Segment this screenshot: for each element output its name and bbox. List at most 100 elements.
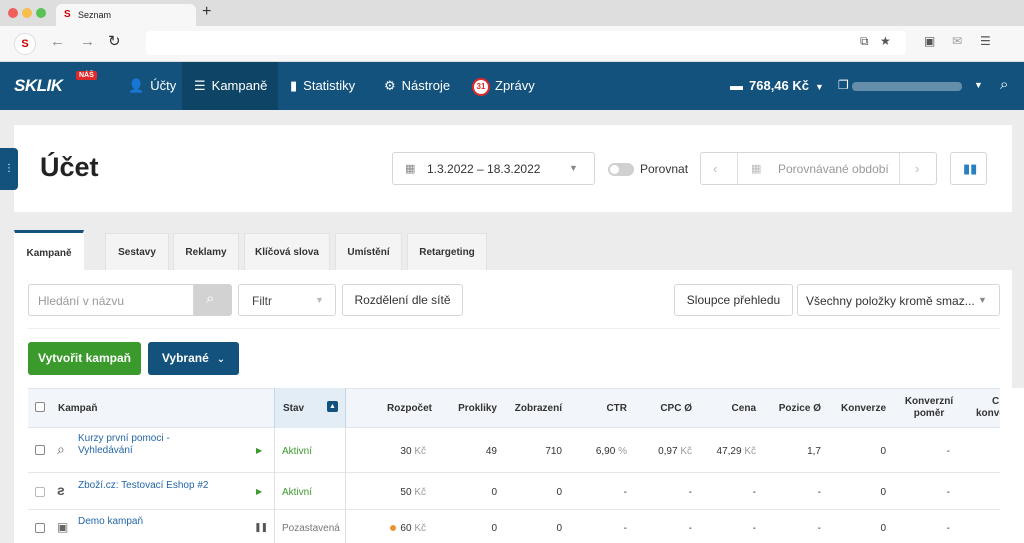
column-header-clicks[interactable]: Prokliky <box>445 403 497 414</box>
minimize-window-icon[interactable] <box>22 8 32 18</box>
column-header-cpc[interactable]: CPC Ø <box>640 403 692 414</box>
row-checkbox[interactable] <box>35 445 45 455</box>
logo-badge: NÁŠ <box>76 71 97 80</box>
reload-icon[interactable]: ↻ <box>108 34 121 49</box>
zbozi-campaign-icon: ƨ <box>57 482 65 498</box>
campaign-name-link[interactable]: Kurzy první pomoci - Vyhledávání <box>78 433 170 457</box>
currency: Kč <box>744 446 756 457</box>
tab-umisteni[interactable]: Umístění <box>335 233 402 270</box>
campaign-name-link[interactable]: Zboží.cz: Testovací Eshop #2 <box>78 480 208 491</box>
account-chevron-down-icon[interactable]: ▼ <box>974 80 983 90</box>
maximize-window-icon[interactable] <box>36 8 46 18</box>
items-filter-select[interactable]: Všechny položky kromě smaz... ▼ <box>797 284 1000 316</box>
budget-amount: 30 <box>400 446 412 457</box>
copy-icon[interactable]: ❐ <box>838 78 849 92</box>
browser-navbar: S ← → ↻ ⧉ ★ ▣ ✉ ☰ <box>0 26 1024 62</box>
stats-chart-button[interactable]: ▮▮ <box>950 152 987 185</box>
budget-amount: 60 <box>400 523 412 534</box>
browser-menu-icon[interactable]: ☰ <box>980 35 991 47</box>
sidebar-toggle-icon[interactable]: ▣ <box>924 35 935 47</box>
search-button[interactable]: ⌕ <box>194 284 232 316</box>
currency: Kč <box>414 446 426 457</box>
row-checkbox[interactable] <box>35 487 45 497</box>
cpc-value: - <box>688 523 692 534</box>
column-header-ctr[interactable]: CTR <box>580 403 627 414</box>
position-value: - <box>817 487 821 498</box>
budget-value[interactable]: 60 Kč <box>372 523 426 534</box>
budget-value[interactable]: 50 Kč <box>372 487 426 498</box>
column-header-conversions[interactable]: Konverze <box>830 403 886 414</box>
column-header-campaign[interactable]: Kampaň <box>58 403 97 414</box>
conversion-ratio-value: - <box>946 523 950 534</box>
browser-tab[interactable]: S Seznam <box>56 4 196 26</box>
clicks-value: 0 <box>491 523 497 534</box>
chevron-left-icon[interactable]: ‹ <box>713 161 717 176</box>
impressions-value: 0 <box>556 487 562 498</box>
section-tabs: Kampaně Sestavy Reklamy Klíčová slova Um… <box>14 230 1012 270</box>
play-icon[interactable]: ▶ <box>256 487 262 496</box>
campaign-name-link[interactable]: Demo kampaň <box>78 516 143 527</box>
search-input[interactable]: Hledání v názvu <box>28 284 194 316</box>
column-header-price[interactable]: Cena <box>710 403 756 414</box>
tab-retargeting[interactable]: Retargeting <box>407 233 487 270</box>
split-by-network-button[interactable]: Rozdělení dle sítě <box>342 284 463 316</box>
credit-balance[interactable]: ▬ 768,46 Kč ▼ <box>730 62 824 110</box>
menu-item-ucty[interactable]: 👤 Účty <box>116 62 188 110</box>
ctr-value: - <box>623 487 627 498</box>
create-campaign-button[interactable]: Vytvořit kampaň <box>28 342 141 375</box>
header-line: Konverzní <box>904 396 954 407</box>
chevron-down-icon: ▼ <box>815 82 824 92</box>
browser-logo-icon[interactable]: S <box>14 33 36 55</box>
tab-reklamy[interactable]: Reklamy <box>173 233 239 270</box>
pause-icon[interactable]: ❚❚ <box>254 522 268 533</box>
tab-kampane[interactable]: Kampaně <box>14 230 84 270</box>
menu-item-zpravy[interactable]: 31 Zprávy <box>460 62 547 110</box>
compare-label: Porovnat <box>640 162 689 176</box>
menu-item-statistiky[interactable]: ▮ Statistiky <box>278 62 367 110</box>
sklik-logo[interactable]: SKLIK <box>14 76 63 96</box>
side-panel-handle[interactable]: ⋮ <box>0 148 18 190</box>
overview-columns-button[interactable]: Sloupce přehledu <box>674 284 793 316</box>
tab-klicova-slova[interactable]: Klíčová slova <box>244 233 330 270</box>
account-name[interactable] <box>852 82 962 91</box>
back-arrow-icon[interactable]: ← <box>50 34 65 49</box>
play-icon[interactable]: ▶ <box>256 446 262 455</box>
chevron-right-icon[interactable]: › <box>915 161 919 176</box>
address-bar[interactable] <box>146 31 906 55</box>
new-tab-button[interactable]: + <box>202 3 211 21</box>
compare-period-placeholder: Porovnávané období <box>778 162 889 176</box>
filter-select[interactable]: Filtr ▼ <box>238 284 336 316</box>
compare-period-picker[interactable]: ‹ ▦ Porovnávané období › <box>700 152 937 185</box>
compare-toggle[interactable] <box>608 163 634 176</box>
column-header-truncated[interactable]: C konve <box>976 396 1000 420</box>
column-header-budget[interactable]: Rozpočet <box>372 403 432 414</box>
column-header-impressions[interactable]: Zobrazení <box>502 403 562 414</box>
date-range-picker[interactable]: ▦ 1.3.2022 – 18.3.2022 ▼ <box>392 152 595 185</box>
column-header-status[interactable]: Stav <box>283 403 304 414</box>
budget-value[interactable]: 30 Kč <box>372 446 426 457</box>
header-line: poměr <box>913 408 945 419</box>
forward-arrow-icon[interactable]: → <box>80 34 95 49</box>
display-campaign-icon: ▣ <box>57 520 69 534</box>
row-checkbox[interactable] <box>35 523 45 533</box>
column-header-position[interactable]: Pozice Ø <box>766 403 821 414</box>
menu-item-nastroje[interactable]: ⚙ Nástroje <box>372 62 462 110</box>
menu-item-kampane[interactable]: ☰ Kampaně <box>182 62 278 110</box>
price-value: 47,29 Kč <box>700 446 756 457</box>
tab-sestavy[interactable]: Sestavy <box>105 233 169 270</box>
bookmark-star-icon[interactable]: ★ <box>880 35 891 47</box>
column-header-conversion-ratio[interactable]: Konverzní poměr <box>904 396 954 420</box>
clicks-value: 0 <box>491 487 497 498</box>
date-range-value: 1.3.2022 – 18.3.2022 <box>427 162 541 176</box>
conversion-ratio-value: - <box>946 446 950 457</box>
select-all-checkbox[interactable] <box>35 402 45 412</box>
close-window-icon[interactable] <box>8 8 18 18</box>
price-value: - <box>752 487 756 498</box>
reader-mode-icon[interactable]: ⧉ <box>860 35 869 47</box>
favicon-icon: S <box>64 9 71 20</box>
sort-ascending-icon[interactable]: ▲ <box>327 401 338 412</box>
selected-actions-button[interactable]: Vybrané ⌄ <box>148 342 239 375</box>
divider <box>28 328 1000 329</box>
search-icon[interactable]: ⌕ <box>1000 76 1008 93</box>
mail-icon[interactable]: ✉ <box>952 35 962 47</box>
